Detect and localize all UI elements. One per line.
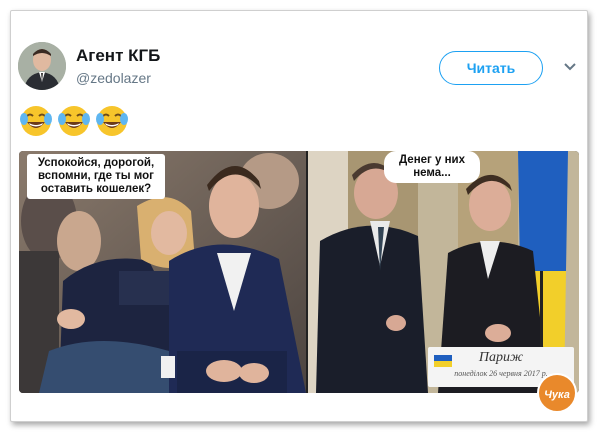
- face-with-tears-of-joy-icon: [96, 106, 128, 136]
- watermark-logo: Чука: [537, 373, 577, 413]
- follow-button[interactable]: Читать: [439, 51, 543, 85]
- user-handle[interactable]: @zedolazer: [76, 70, 151, 86]
- left-speech-bubble: Успокойся, дорогой, вспомни, где ты мог …: [27, 154, 165, 199]
- user-display-name[interactable]: Агент КГБ: [76, 46, 160, 66]
- right-photo: Денег у них нема... Париж понеділок 26 ч…: [308, 151, 579, 393]
- left-photo: Успокойся, дорогой, вспомни, где ты мог …: [19, 151, 306, 393]
- right-speech-bubble: Денег у них нема...: [384, 151, 480, 183]
- user-avatar[interactable]: [18, 42, 66, 90]
- chevron-down-icon[interactable]: [562, 60, 578, 74]
- sign-title: Париж: [478, 350, 524, 365]
- emoji-row: [19, 104, 129, 138]
- face-with-tears-of-joy-icon: [20, 106, 52, 136]
- svg-text:Чука: Чука: [544, 389, 570, 401]
- face-with-tears-of-joy-icon: [58, 106, 90, 136]
- tweet-media-image[interactable]: Успокойся, дорогой, вспомни, где ты мог …: [19, 151, 579, 393]
